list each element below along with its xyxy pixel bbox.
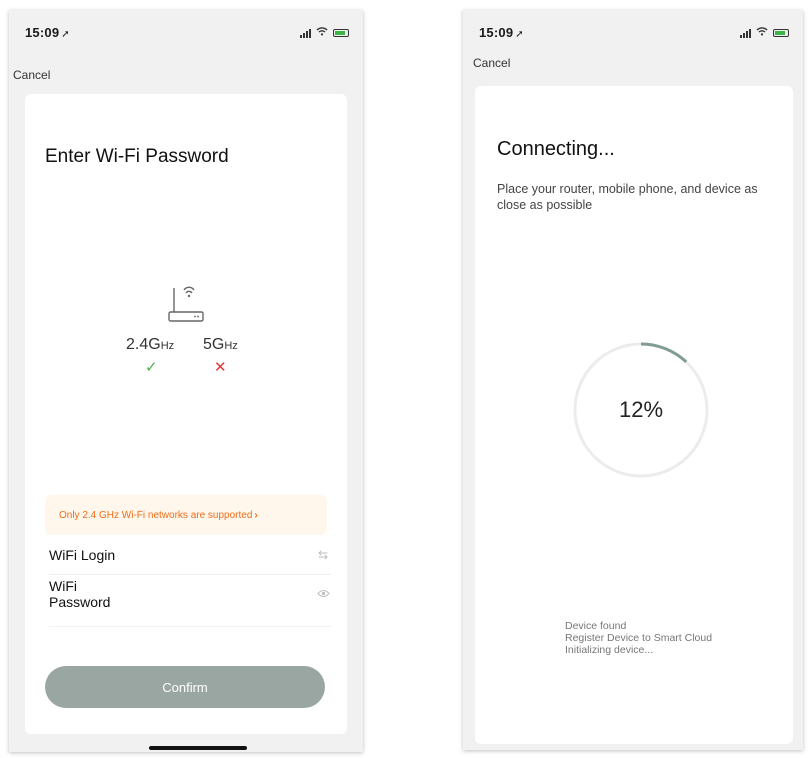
chevron-right-icon: › xyxy=(254,510,258,521)
check-icon: ✓ xyxy=(145,359,158,376)
band-support-notice[interactable]: Only 2.4 GHz Wi-Fi networks are supporte… xyxy=(45,495,327,535)
location-arrow-icon: ➚ xyxy=(515,29,524,40)
status-bar: 15:09 ➚ xyxy=(479,24,789,42)
connecting-screen: 15:09 ➚ Cancel Connecting... Place your r… xyxy=(463,10,803,750)
wifi-login-label: WiFi Login xyxy=(49,547,116,563)
band-support-illustration: 2.4GHz 5GHz ✓ ✕ xyxy=(25,274,347,384)
page-title: Enter Wi-Fi Password xyxy=(45,146,229,167)
eye-icon[interactable] xyxy=(317,587,331,601)
band-5ghz-unit: Hz xyxy=(224,340,238,352)
step-item: Register Device to Smart Cloud xyxy=(565,632,713,644)
status-icons xyxy=(300,26,349,39)
step-item: Device found xyxy=(565,620,627,632)
band-5ghz-label: 5GHz xyxy=(203,336,238,354)
router-wifi-icon xyxy=(168,286,204,322)
cross-icon: ✕ xyxy=(214,359,227,376)
connecting-instructions: Place your router, mobile phone, and dev… xyxy=(497,182,758,212)
band-24ghz-label: 2.4GHz xyxy=(126,336,174,354)
confirm-button[interactable]: Confirm xyxy=(45,666,325,708)
step-item: Initializing device... xyxy=(565,644,654,656)
progress-percent: 12% xyxy=(618,397,664,422)
cancel-button[interactable]: Cancel xyxy=(13,68,50,82)
wifi-icon xyxy=(756,26,768,39)
battery-icon xyxy=(333,28,349,37)
wifi-form-card: Enter Wi-Fi Password 2.4GHz 5GHz ✓ ✕ Onl… xyxy=(25,94,347,734)
home-indicator xyxy=(149,746,247,750)
status-bar: 15:09 ➚ xyxy=(25,24,349,42)
progress-ring: 12% xyxy=(571,340,711,480)
band-5ghz-value: 5G xyxy=(203,336,225,353)
status-time: 15:09 xyxy=(25,25,60,40)
wifi-login-row: WiFi Login ⇆ xyxy=(49,536,331,574)
location-arrow-icon: ➚ xyxy=(61,29,70,40)
notice-text: Only 2.4 GHz Wi-Fi networks are supporte… xyxy=(59,510,253,521)
cellular-signal-icon xyxy=(300,28,311,38)
wifi-password-input[interactable] xyxy=(140,575,317,612)
cellular-signal-icon xyxy=(740,28,751,38)
wifi-password-screen: 15:09 ➚ Cancel Enter Wi-Fi Password 2.4GH… xyxy=(9,10,363,752)
switch-network-icon[interactable]: ⇆ xyxy=(315,548,331,562)
page-title: Connecting... xyxy=(497,138,615,160)
cancel-button[interactable]: Cancel xyxy=(473,56,510,70)
wifi-icon xyxy=(316,26,328,39)
band-24ghz-value: 2.4G xyxy=(126,336,161,353)
connection-steps: Device found Register Device to Smart Cl… xyxy=(565,620,712,656)
connecting-card: Connecting... Place your router, mobile … xyxy=(475,86,793,744)
band-24ghz-unit: Hz xyxy=(160,340,175,352)
divider xyxy=(49,626,331,627)
wifi-password-label: WiFi Password xyxy=(49,577,111,610)
wifi-password-row: WiFi Password xyxy=(49,574,331,612)
status-icons xyxy=(740,26,789,39)
wifi-login-input[interactable] xyxy=(125,536,315,574)
status-time: 15:09 xyxy=(479,25,514,40)
battery-icon xyxy=(773,28,789,37)
